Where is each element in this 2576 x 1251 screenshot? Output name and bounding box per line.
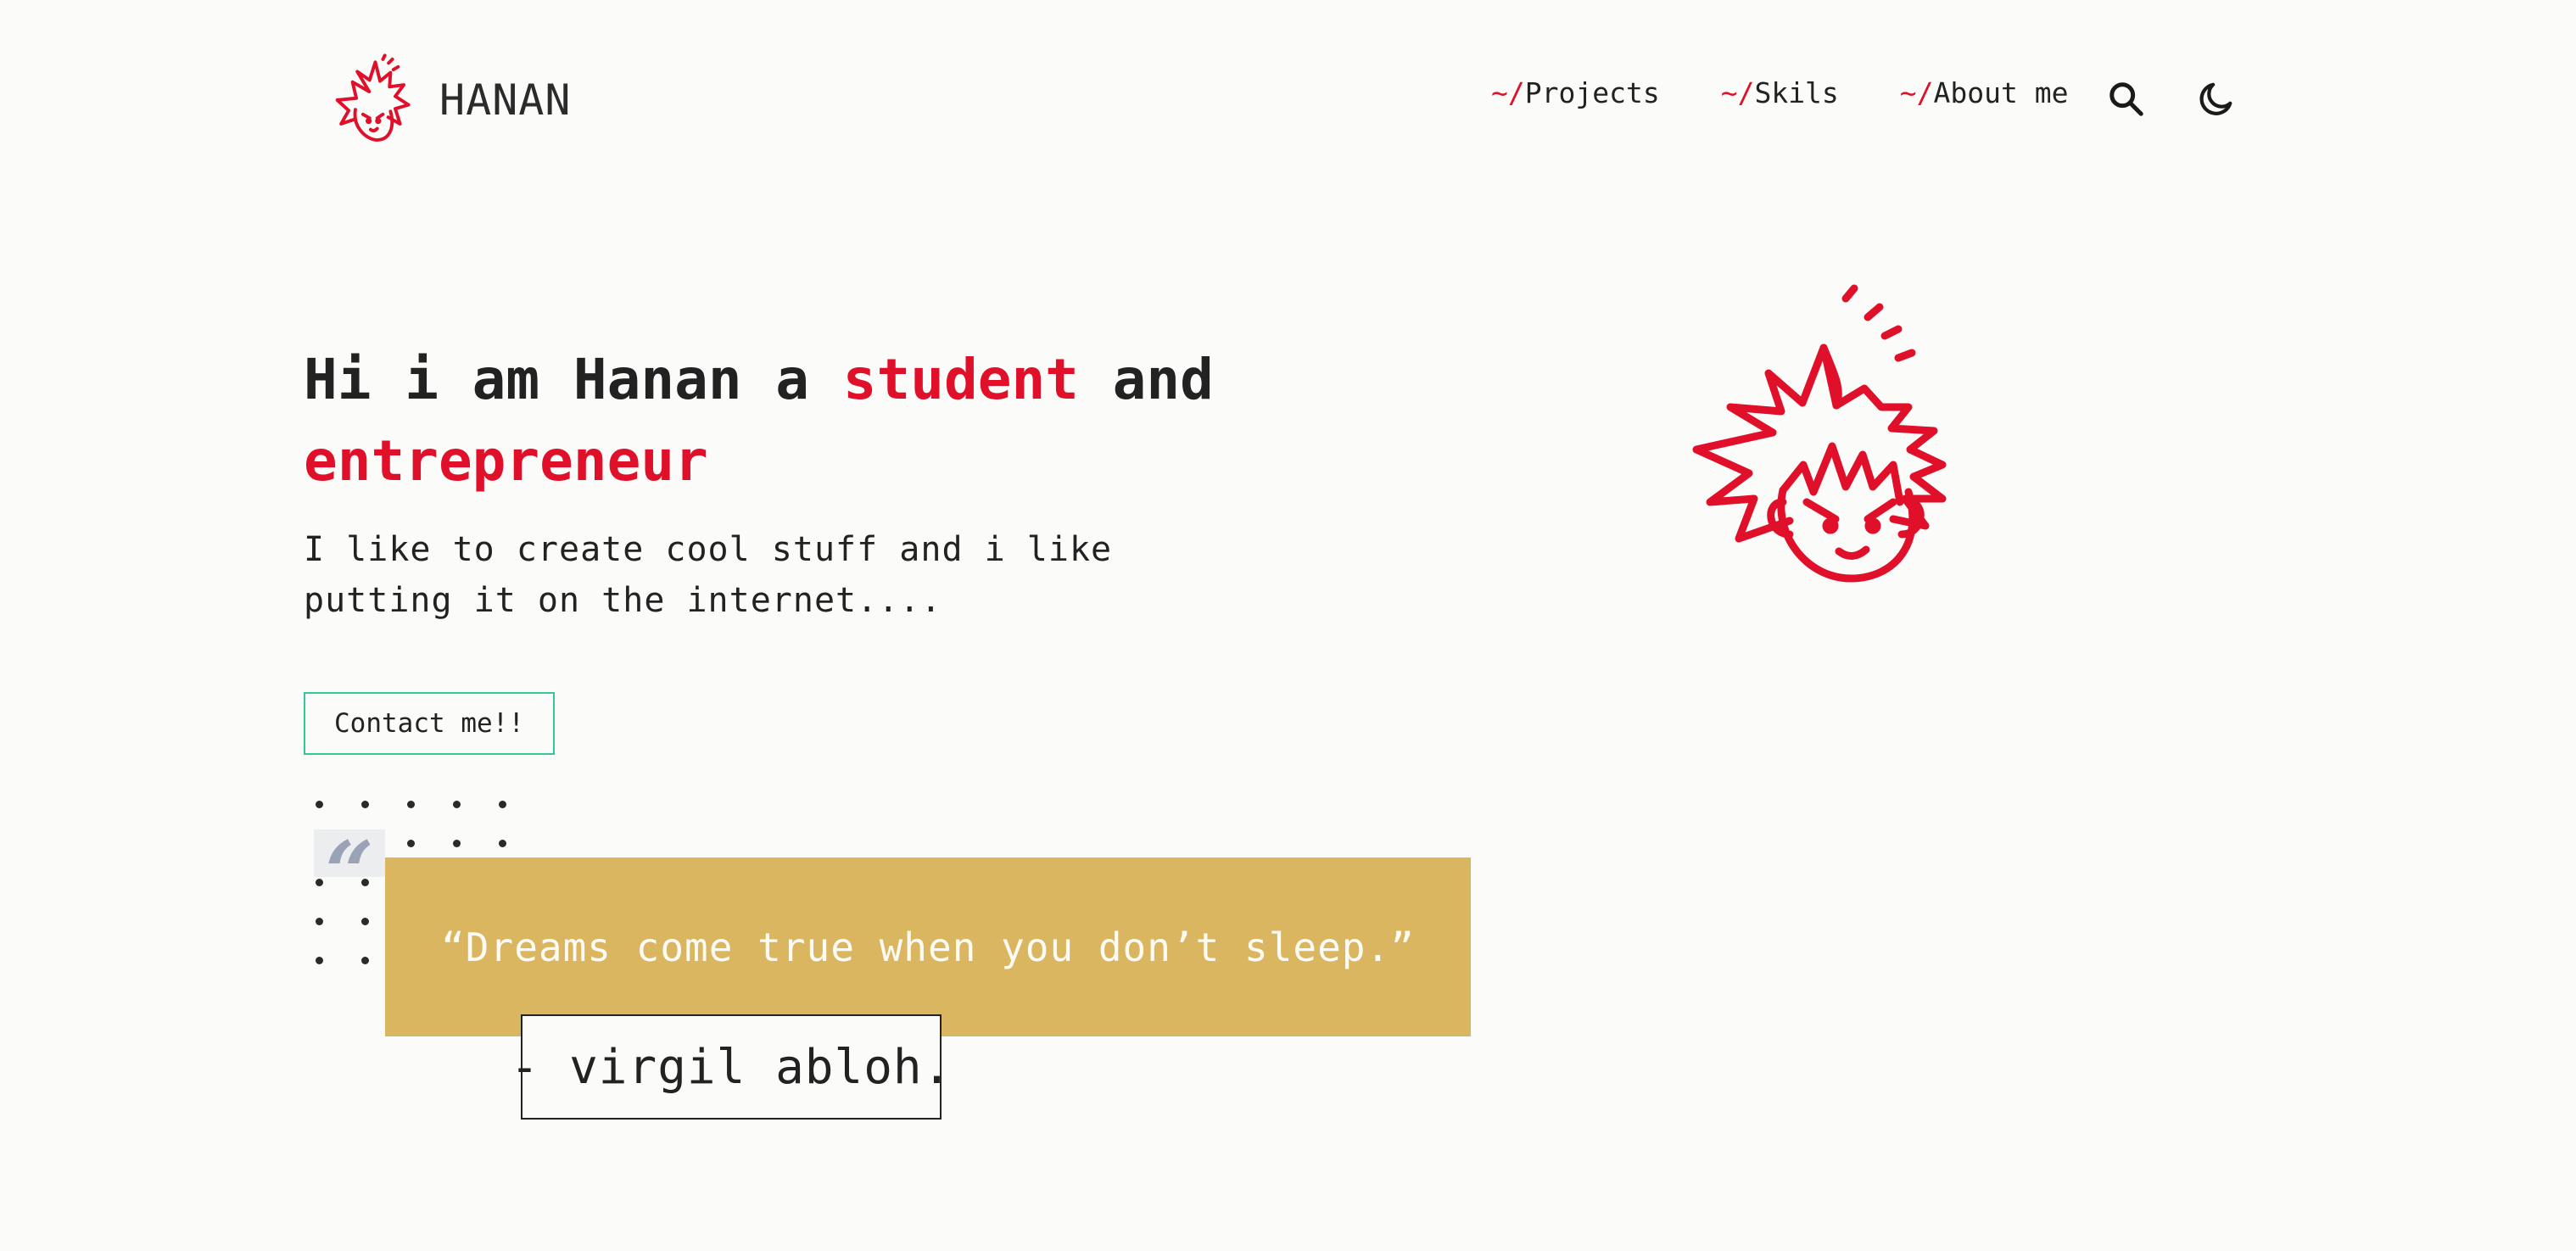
dot xyxy=(361,957,369,964)
nav-label: Projects xyxy=(1524,76,1660,109)
page: HANAN ~/Projects ~/Skils ~/About me Hi i… xyxy=(0,0,2576,1251)
dot xyxy=(499,840,506,847)
nav-prefix: ~/ xyxy=(1899,76,1934,109)
hero-heading: Hi i am Hanan a student and entrepreneur xyxy=(304,339,1254,502)
nav-label: Skils xyxy=(1754,76,1839,109)
quote-mark-icon: “ xyxy=(325,823,374,923)
dot xyxy=(316,879,323,886)
nav-prefix: ~/ xyxy=(1491,76,1525,109)
nav-label: About me xyxy=(1933,76,2069,109)
heading-text: Hi i am Hanan a xyxy=(304,347,843,412)
nav-projects-link[interactable]: ~/Projects xyxy=(1491,76,1660,109)
dot xyxy=(407,801,415,808)
dot xyxy=(316,801,323,808)
quote-author-box: - virgil abloh. xyxy=(511,1014,951,1120)
search-icon[interactable] xyxy=(2107,80,2146,119)
logo-text: HANAN xyxy=(439,75,572,125)
goku-illustration-icon xyxy=(1692,284,1947,583)
logo-link[interactable]: HANAN xyxy=(324,53,572,148)
nav-prefix: ~/ xyxy=(1720,76,1755,109)
dot xyxy=(453,840,461,847)
nav-about-link[interactable]: ~/About me xyxy=(1900,76,2069,109)
dot xyxy=(316,957,323,964)
quote-author: - virgil abloh. xyxy=(510,1039,953,1095)
goku-logo-icon xyxy=(335,53,411,142)
heading-accent-student: student xyxy=(842,347,1079,412)
heading-text: and xyxy=(1078,347,1214,412)
dot xyxy=(499,801,506,808)
nav-skils-link[interactable]: ~/Skils xyxy=(1721,76,1839,109)
moon-icon[interactable] xyxy=(2197,80,2236,119)
dot xyxy=(361,801,369,808)
main-nav: ~/Projects ~/Skils ~/About me xyxy=(1491,76,2069,109)
quote-mark-badge: “ xyxy=(314,829,385,915)
dot xyxy=(407,840,415,847)
quote-block: “Dreams come true when you don’t sleep.” xyxy=(385,857,1471,1036)
quote-text: “Dreams come true when you don’t sleep.” xyxy=(441,924,1415,970)
dot xyxy=(316,918,323,925)
heading-accent-entrepreneur: entrepreneur xyxy=(304,428,708,494)
dot xyxy=(453,801,461,808)
hero-subtitle: I like to create cool stuff and i like p… xyxy=(304,530,1113,620)
contact-button[interactable]: Contact me!! xyxy=(304,692,555,755)
